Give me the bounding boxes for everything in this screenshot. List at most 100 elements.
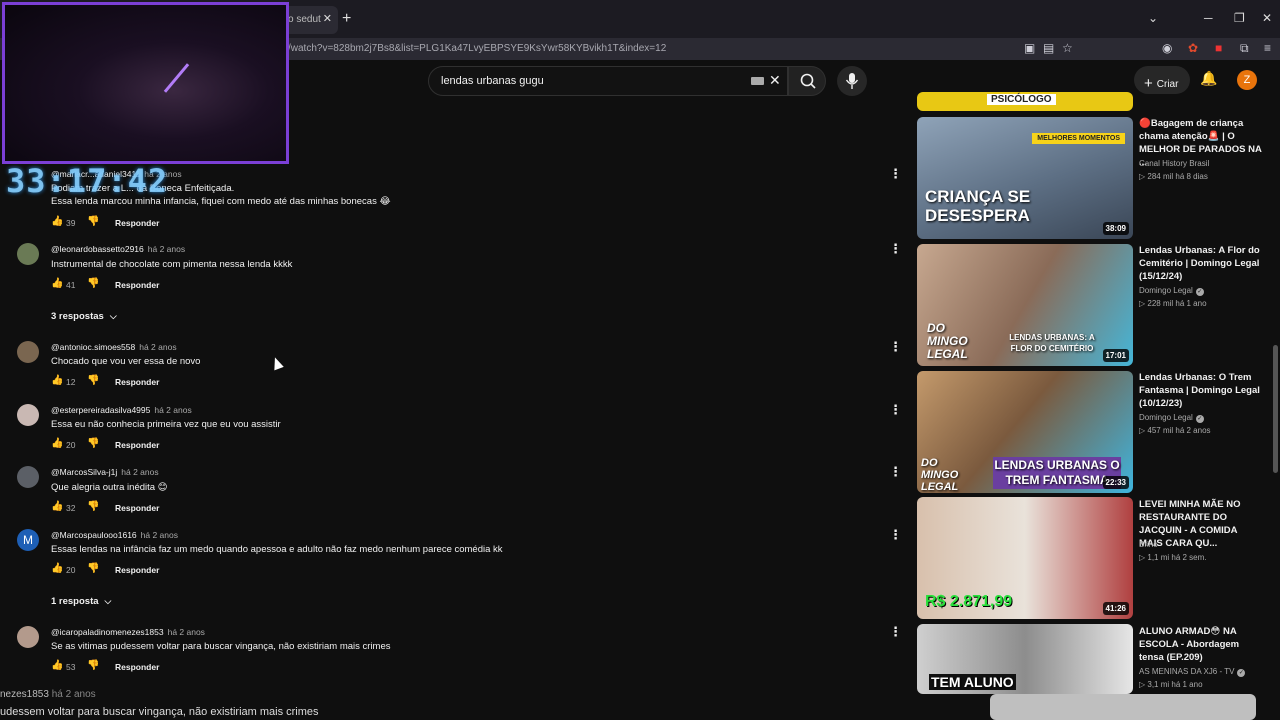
video-channel[interactable]: AS MENINAS DA XJ6 - TV ✓ — [1139, 667, 1246, 677]
avatar[interactable] — [17, 404, 39, 426]
comment-author[interactable]: @Marcospaulooo1616 há 2 anos — [51, 530, 178, 540]
search-input[interactable]: lendas urbanas gugu — [441, 75, 544, 87]
more-actions-icon[interactable]: ⋮ — [889, 166, 902, 182]
video-thumbnail[interactable]: MELHORES MOMENTOS CRIANÇA SE DESESPERA 3… — [917, 117, 1133, 239]
avatar[interactable] — [17, 626, 39, 648]
video-thumbnail[interactable]: DO MINGO LEGAL LENDAS URBANAS O TREM FAN… — [917, 371, 1133, 493]
more-actions-icon[interactable]: ⋮ — [889, 241, 902, 257]
clear-search-icon[interactable]: ✕ — [769, 72, 781, 89]
bookmark-star-icon[interactable]: ☆ — [1062, 41, 1073, 55]
video-title[interactable]: ALUNO ARMAD😳 NA ESCOLA - Abordagem tensa… — [1139, 625, 1263, 664]
dislike-icon[interactable]: 👎 — [87, 438, 99, 449]
comment-handle[interactable]: @icaropaladinomenezes1853 — [51, 627, 164, 637]
pip-icon[interactable]: ▤ — [1043, 41, 1054, 55]
keyboard-icon[interactable] — [751, 77, 764, 85]
dislike-icon[interactable]: 👎 — [87, 278, 99, 289]
comment-handle[interactable]: @esterpereiradasilva4995 — [51, 405, 150, 415]
like-icon[interactable]: 👍 — [51, 216, 63, 227]
comment-time[interactable]: há 2 anos — [148, 244, 185, 254]
close-tab-icon[interactable]: ✕ — [323, 12, 332, 25]
like-icon[interactable]: 👍 — [51, 660, 63, 671]
reply-button[interactable]: Responder — [115, 280, 159, 290]
view-replies-button[interactable]: 1 resposta ⌵ — [51, 596, 111, 607]
restore-icon[interactable]: ❐ — [1234, 11, 1245, 25]
avatar[interactable] — [17, 341, 39, 363]
extensions-puzzle-icon[interactable]: ⧉ — [1240, 41, 1249, 56]
scrollbar-thumb[interactable] — [1273, 345, 1278, 473]
reply-button[interactable]: Responder — [115, 440, 159, 450]
reply-button[interactable]: Responder — [115, 377, 159, 387]
minimize-icon[interactable]: ─ — [1204, 11, 1213, 25]
comment-author[interactable]: @icaropaladinomenezes1853 há 2 anos — [51, 627, 205, 637]
avatar[interactable] — [17, 243, 39, 265]
video-title[interactable]: Lendas Urbanas: O Trem Fantasma | Doming… — [1139, 371, 1263, 410]
channel-name[interactable]: Domingo Legal — [1139, 286, 1193, 295]
video-channel[interactable]: Domingo Legal ✓ — [1139, 413, 1204, 423]
comment-handle[interactable]: @Marcospaulooo1616 — [51, 530, 137, 540]
channel-name[interactable]: Domingo Legal — [1139, 413, 1193, 422]
light-streak — [163, 63, 190, 93]
comment-author[interactable]: @esterpereiradasilva4995 há 2 anos — [51, 405, 192, 415]
extension-red-icon[interactable]: ■ — [1215, 41, 1222, 55]
user-avatar[interactable]: Z — [1237, 70, 1257, 90]
comment-time[interactable]: há 2 anos — [139, 342, 176, 352]
more-actions-icon[interactable]: ⋮ — [889, 527, 902, 543]
comment-author[interactable]: @MarcosSilva-j1j há 2 anos — [51, 467, 159, 477]
comment-handle[interactable]: @antonioc.simoes558 — [51, 342, 135, 352]
dislike-icon[interactable]: 👎 — [87, 375, 99, 386]
more-actions-icon[interactable]: ⋮ — [889, 464, 902, 480]
avatar[interactable]: M — [17, 529, 39, 551]
comment-time[interactable]: há 2 anos — [168, 627, 205, 637]
comment-author[interactable]: @leonardobassetto2916 há 2 anos — [51, 244, 185, 254]
menu-icon[interactable]: ≡ — [1264, 41, 1271, 55]
view-replies-button[interactable]: 3 respostas ⌵ — [51, 311, 117, 322]
video-title[interactable]: Lendas Urbanas: A Flor do Cemitério | Do… — [1139, 244, 1263, 283]
channel-name[interactable]: AS MENINAS DA XJ6 - TV — [1139, 667, 1234, 676]
comment-handle[interactable]: @MarcosSilva-j1j — [51, 467, 117, 477]
comment-author[interactable]: @antonioc.simoes558 há 2 anos — [51, 342, 177, 352]
search-box[interactable]: lendas urbanas gugu ✕ — [428, 66, 788, 96]
avatar[interactable] — [17, 466, 39, 488]
account-icon[interactable]: ◉ — [1162, 41, 1172, 55]
comment-handle[interactable]: @leonardobassetto2916 — [51, 244, 144, 254]
like-icon[interactable]: 👍 — [51, 438, 63, 449]
like-icon[interactable]: 👍 — [51, 501, 63, 512]
reply-button[interactable]: Responder — [115, 565, 159, 575]
dislike-icon[interactable]: 👎 — [87, 216, 99, 227]
video-channel[interactable]: Canal History Brasil — [1139, 159, 1209, 168]
video-thumbnail[interactable]: R$ 2.871,99 41:26 — [917, 497, 1133, 619]
translate-icon[interactable]: ▣ — [1024, 41, 1035, 55]
more-actions-icon[interactable]: ⋮ — [889, 402, 902, 418]
video-channel[interactable]: Domingo Legal ✓ — [1139, 286, 1204, 296]
more-actions-icon[interactable]: ⋮ — [889, 339, 902, 355]
comment-time[interactable]: há 2 anos — [154, 405, 191, 415]
create-button[interactable]: + Criar — [1134, 66, 1190, 94]
dislike-icon[interactable]: 👎 — [87, 660, 99, 671]
video-thumbnail-partial[interactable]: PSICÓLOGO — [917, 92, 1133, 111]
reply-button[interactable]: Responder — [115, 218, 159, 228]
like-icon[interactable]: 👍 — [51, 563, 63, 574]
address-bar[interactable]: /watch?v=828bm2j7Bs8&list=PLG1Ka47LvyEBP… — [288, 43, 666, 54]
notifications-bell-icon[interactable]: 🔔 — [1200, 70, 1217, 87]
comment-time[interactable]: há 2 anos — [141, 530, 178, 540]
video-meta: ▷ 228 mil há 1 ano — [1139, 299, 1207, 308]
extension-icon[interactable]: ✿ — [1188, 41, 1198, 55]
video-channel[interactable]: Brino — [1139, 540, 1158, 549]
video-thumbnail-partial[interactable] — [990, 694, 1256, 720]
dislike-icon[interactable]: 👎 — [87, 501, 99, 512]
video-thumbnail[interactable]: DO MINGO LEGAL LENDAS URBANAS: A FLOR DO… — [917, 244, 1133, 366]
search-button[interactable] — [788, 66, 826, 96]
list-tabs-icon[interactable]: ⌄ — [1148, 11, 1158, 25]
like-icon[interactable]: 👍 — [51, 375, 63, 386]
more-actions-icon[interactable]: ⋮ — [889, 624, 902, 640]
voice-search-button[interactable] — [837, 66, 867, 96]
window-close-icon[interactable]: ✕ — [1262, 11, 1272, 25]
reply-button[interactable]: Responder — [115, 662, 159, 672]
reply-button[interactable]: Responder — [115, 503, 159, 513]
new-tab-icon[interactable]: + — [342, 10, 351, 28]
video-thumbnail[interactable]: TEM ALUNO — [917, 624, 1133, 694]
like-icon[interactable]: 👍 — [51, 278, 63, 289]
comment-time[interactable]: há 2 anos — [121, 467, 158, 477]
overlay-handle: nezes1853 — [0, 689, 49, 700]
dislike-icon[interactable]: 👎 — [87, 563, 99, 574]
